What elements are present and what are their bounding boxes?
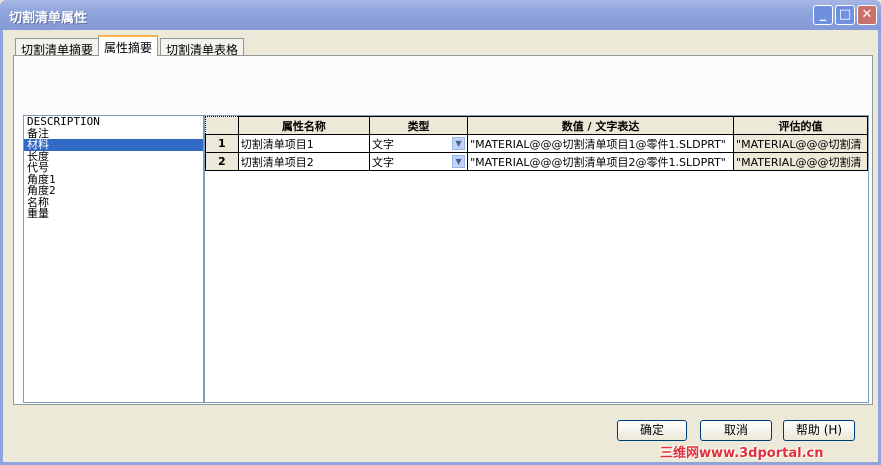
close-button[interactable]: ✕ — [857, 5, 877, 25]
header-evaluated[interactable]: 评估的值 — [733, 116, 868, 135]
minimize-button[interactable]: _ — [813, 5, 833, 25]
help-button[interactable]: 帮助 (H) — [783, 420, 855, 441]
name-cell[interactable]: 切割清单项目2 — [237, 152, 371, 171]
row-number[interactable]: 2 — [205, 152, 239, 171]
tab-cutlist-table[interactable]: 切割清单表格 — [160, 38, 245, 57]
name-cell[interactable]: 切割清单项目1 — [237, 134, 371, 153]
tab-property-summary[interactable]: 属性摘要 — [98, 35, 159, 56]
table-row: 2 切割清单项目2 ▼ 文字 "MATERIAL@@@切割清单项目2@零件1.SL… — [205, 152, 868, 171]
list-item[interactable]: 角度2 — [24, 185, 203, 197]
value-cell[interactable]: "MATERIAL@@@切割清单项目1@零件1.SLDPRT" — [467, 134, 735, 153]
header-name[interactable]: 属性名称 — [237, 116, 371, 135]
corner-cell — [205, 116, 239, 135]
list-item[interactable]: 名称 — [24, 196, 203, 209]
type-value: 文字 — [372, 155, 395, 169]
row-number[interactable]: 1 — [205, 134, 239, 153]
window-title: 切割清单属性 — [9, 11, 88, 26]
list-item[interactable]: DESCRIPTION — [24, 116, 203, 128]
property-list[interactable]: DESCRIPTION 备注 材料 长度 代号 角度1 角度2 名称 重量 — [23, 115, 204, 403]
list-item[interactable]: 代号 — [24, 162, 203, 174]
cancel-button[interactable]: 取消 — [700, 420, 772, 441]
type-select[interactable]: ▼ 文字 — [369, 134, 469, 153]
chevron-down-icon[interactable]: ▼ — [452, 154, 466, 168]
tab-cutlist-summary[interactable]: 切割清单摘要 — [15, 38, 100, 57]
list-item[interactable]: 备注 — [24, 127, 203, 140]
list-item[interactable]: 长度 — [24, 150, 203, 163]
evaluated-cell: "MATERIAL@@@切割清 — [733, 134, 868, 153]
value-cell[interactable]: "MATERIAL@@@切割清单项目2@零件1.SLDPRT" — [467, 152, 735, 171]
grid-header-row: 属性名称 类型 数值 / 文字表达 评估的值 — [205, 116, 868, 135]
type-select[interactable]: ▼ 文字 — [369, 152, 469, 171]
property-grid[interactable]: 属性名称 类型 数值 / 文字表达 评估的值 1 切割清单项目1 ▼ 文字 "MA… — [204, 115, 869, 403]
type-value: 文字 — [372, 137, 395, 151]
watermark: 三维网www.3dportal.cn — [660, 446, 824, 461]
header-type[interactable]: 类型 — [369, 116, 469, 135]
table-row: 1 切割清单项目1 ▼ 文字 "MATERIAL@@@切割清单项目1@零件1.SL… — [205, 134, 868, 153]
ok-button[interactable]: 确定 — [617, 420, 687, 441]
chevron-down-icon[interactable]: ▼ — [452, 136, 466, 150]
evaluated-cell: "MATERIAL@@@切割清 — [733, 152, 868, 171]
header-value[interactable]: 数值 / 文字表达 — [467, 116, 735, 135]
maximize-button[interactable]: □ — [835, 5, 855, 25]
list-item[interactable]: 材料 — [24, 139, 203, 151]
list-item[interactable]: 重量 — [24, 208, 203, 220]
title-bar: 切割清单属性 _ □ ✕ — [0, 0, 881, 30]
